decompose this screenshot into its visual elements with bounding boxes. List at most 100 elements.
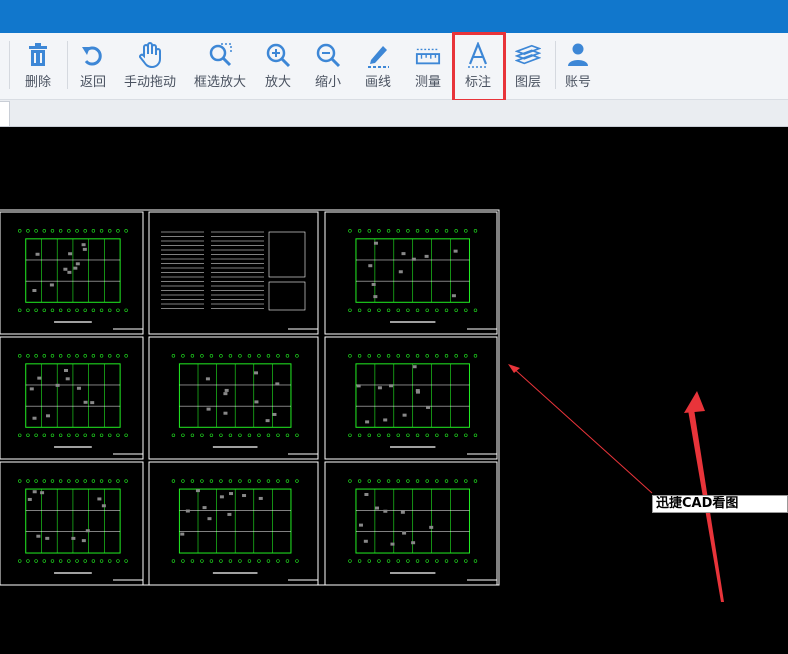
grid-bubble: [285, 354, 290, 358]
document-tab[interactable]: [0, 101, 10, 127]
plan-fixture: [358, 523, 363, 527]
plan-fixture: [272, 412, 277, 416]
grid-bubble: [367, 433, 371, 437]
plan-fixture: [275, 382, 280, 386]
grid-bubble: [276, 559, 280, 563]
zoom-out-button[interactable]: 缩小: [308, 33, 348, 99]
grid-bubble: [425, 308, 429, 312]
grid-bubble: [50, 354, 55, 358]
plan-fixture: [40, 491, 45, 495]
pan-button[interactable]: 手动拖动: [118, 33, 182, 99]
back-label: 返回: [79, 75, 106, 90]
grid-bubble: [108, 433, 112, 437]
grid-bubble: [209, 433, 214, 437]
plan-fixture: [400, 510, 405, 514]
plan-fixture: [81, 539, 86, 543]
grid-bubble: [473, 354, 478, 358]
drawing-canvas[interactable]: 迅捷CAD看图: [0, 127, 788, 650]
grid-bubble: [406, 559, 410, 563]
grid-bubble: [357, 229, 362, 233]
sheet-frame: [0, 336, 144, 460]
sheet-frame: [324, 336, 498, 460]
schedule-table: [268, 281, 306, 311]
grid-bubble: [357, 354, 362, 358]
zoom-out-icon: [315, 42, 341, 68]
grid-bubble: [42, 308, 46, 312]
zoom-box-button[interactable]: 框选放大: [190, 33, 250, 99]
grid-bubble: [219, 354, 223, 358]
grid-bubble: [116, 354, 120, 358]
grid-bubble: [99, 479, 104, 483]
account-button[interactable]: 账号: [558, 33, 598, 99]
trash-icon: [25, 42, 51, 68]
grid-bubble: [228, 559, 233, 563]
grid-bubble: [26, 559, 30, 563]
grid-bubble: [348, 308, 352, 312]
grid-bubble: [377, 308, 381, 312]
grid-bubble: [67, 308, 71, 312]
measure-button[interactable]: 测量: [408, 33, 448, 99]
sheet-frame: [0, 211, 144, 335]
grid-bubble: [473, 433, 478, 437]
plan-fixture: [76, 386, 81, 390]
grid-bubble: [266, 479, 271, 483]
cad-drawing[interactable]: [0, 127, 788, 650]
grid-bubble: [190, 354, 195, 358]
grid-bubble: [200, 479, 204, 483]
back-button[interactable]: 返回: [73, 33, 113, 99]
grid-bubble: [83, 229, 87, 233]
grid-bubble: [435, 479, 439, 483]
grid-bubble: [99, 229, 104, 233]
draw-line-button[interactable]: 画线: [358, 33, 398, 99]
layers-button[interactable]: 图层: [508, 33, 548, 99]
grid-bubble: [386, 433, 391, 437]
grid-bubble: [200, 433, 204, 437]
plan-fixture: [32, 490, 37, 494]
zoom-box-label: 框选放大: [193, 75, 246, 90]
grid-bubble: [454, 479, 458, 483]
delete-button[interactable]: 删除: [18, 33, 58, 99]
grid-bubble: [42, 559, 46, 563]
grid-bubble: [116, 308, 120, 312]
grid-bubble: [238, 433, 242, 437]
grid-bubble: [219, 559, 223, 563]
grid-bubble: [99, 559, 104, 563]
toolbar: 删除 返回 手动拖动 框选放大 放大 缩小 画线 测量 标注 图层 账号: [0, 33, 788, 100]
plan-fixture: [37, 376, 42, 380]
grid-bubble: [75, 308, 79, 312]
grid-bubble: [181, 559, 185, 563]
plan-fixture: [426, 405, 431, 409]
grid-bubble: [444, 479, 449, 483]
grid-bubble: [228, 354, 233, 358]
plan-fixture: [206, 407, 211, 411]
grid-bubble: [266, 433, 271, 437]
plan-fixture: [205, 377, 210, 381]
grid-bubble: [415, 479, 420, 483]
grid-bubble: [396, 479, 400, 483]
grid-bubble: [209, 479, 214, 483]
plan-fixture: [29, 387, 34, 391]
grid-bubble: [42, 354, 46, 358]
hand-icon: [137, 42, 163, 68]
grid-bubble: [116, 229, 120, 233]
grid-bubble: [190, 479, 195, 483]
grid-bubble: [50, 559, 55, 563]
grid-bubble: [34, 308, 38, 312]
grid-bubble: [257, 433, 261, 437]
zoom-in-icon: [265, 42, 291, 68]
plan-fixture: [85, 529, 90, 533]
grid-bubble: [247, 559, 252, 563]
grid-bubble: [454, 308, 458, 312]
grid-bubble: [257, 354, 261, 358]
annotation-textbox[interactable]: 迅捷CAD看图: [652, 495, 788, 513]
plan-fixture: [67, 270, 72, 274]
zoom-in-button[interactable]: 放大: [258, 33, 298, 99]
grid-bubble: [34, 229, 38, 233]
grid-bubble: [58, 479, 63, 483]
grid-bubble: [116, 559, 120, 563]
toolbar-partial-item[interactable]: [0, 33, 6, 99]
plan-fixture: [223, 411, 228, 415]
grid-bubble: [247, 433, 252, 437]
grid-bubble: [425, 354, 429, 358]
grid-bubble: [67, 433, 71, 437]
